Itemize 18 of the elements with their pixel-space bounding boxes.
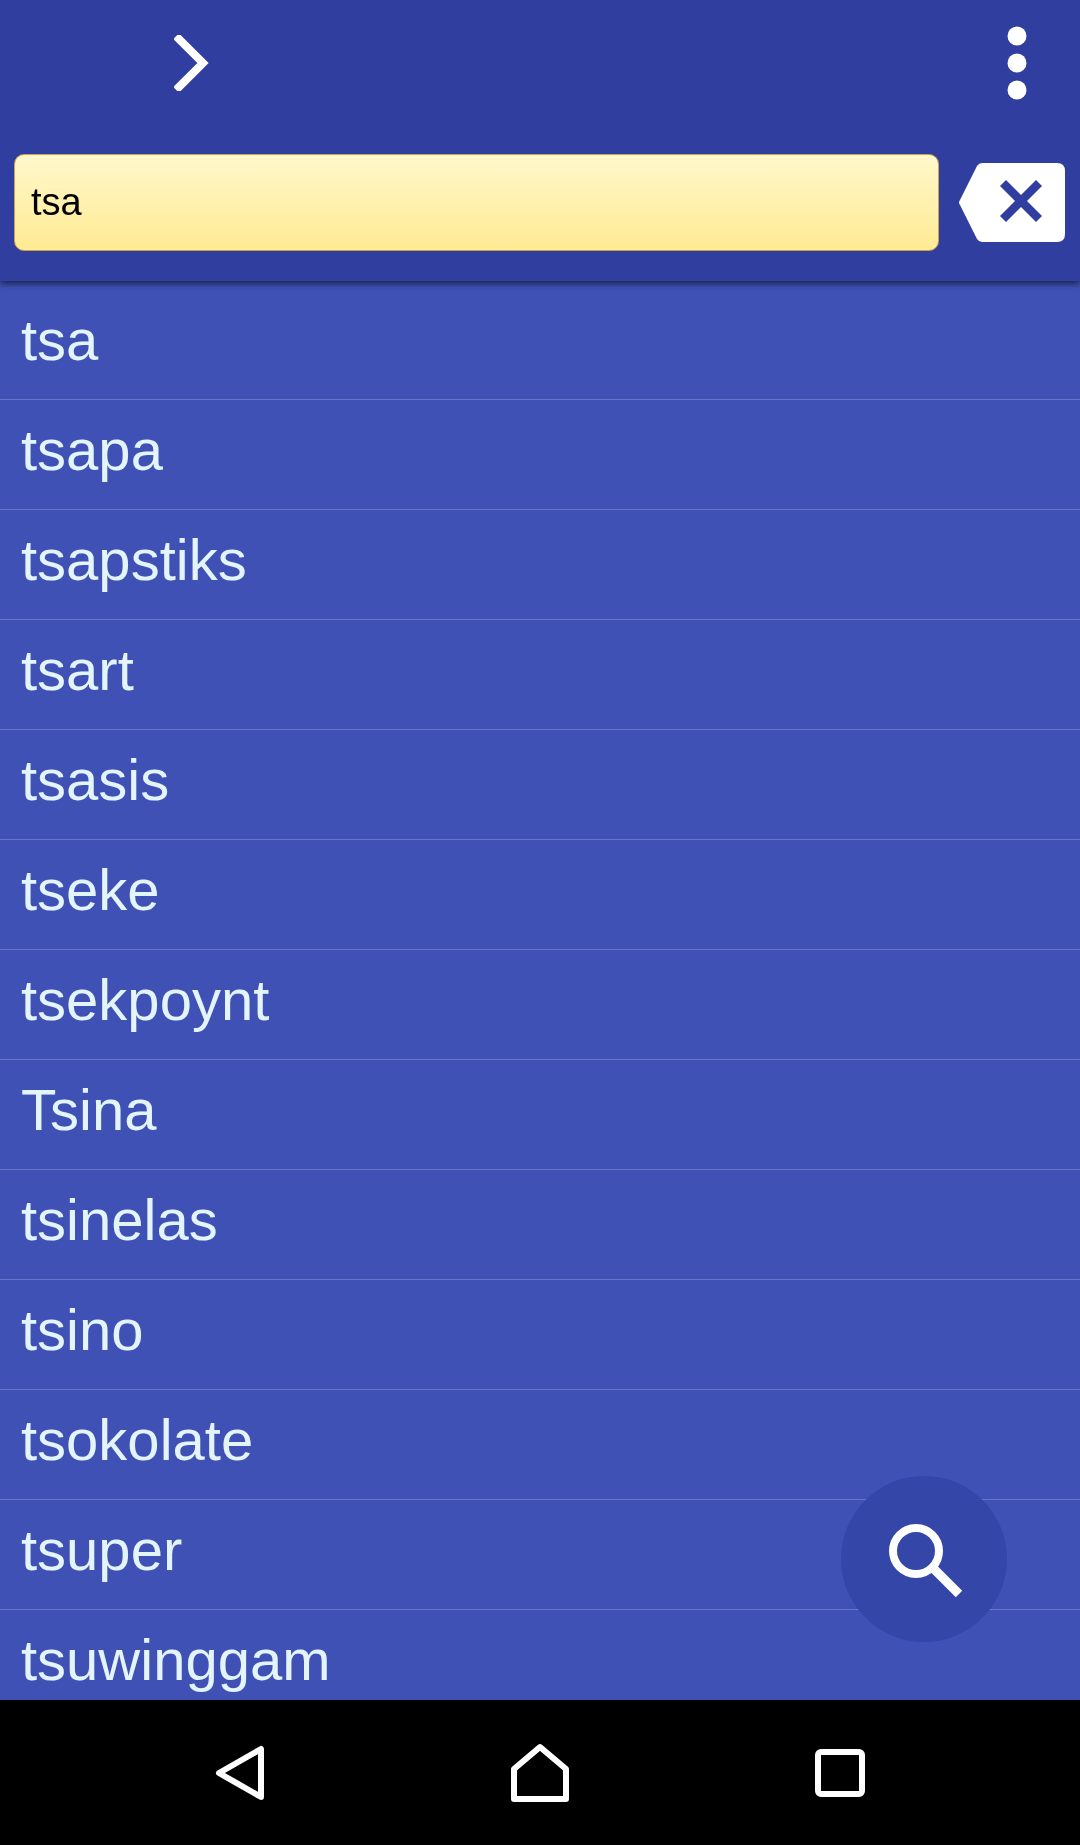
word-list-item[interactable]: tsa (0, 290, 1080, 400)
clear-button[interactable] (958, 163, 1065, 242)
home-icon[interactable] (510, 1742, 570, 1803)
word-list-item[interactable]: tsasis (0, 730, 1080, 840)
word-list-item[interactable]: tsart (0, 620, 1080, 730)
chevron-right-icon[interactable] (174, 34, 210, 91)
word-list-item[interactable]: tsapa (0, 400, 1080, 510)
recent-apps-icon[interactable] (815, 1748, 865, 1797)
more-options-icon[interactable] (1007, 25, 1027, 100)
word-list-item[interactable]: tsekpoynt (0, 950, 1080, 1060)
word-list-item[interactable]: tsino (0, 1280, 1080, 1390)
word-list-item[interactable]: Tsina (0, 1060, 1080, 1170)
search-field[interactable]: tsa (14, 154, 939, 251)
word-list-item[interactable]: tseke (0, 840, 1080, 950)
word-list-item[interactable]: tsinelas (0, 1170, 1080, 1280)
close-icon (1000, 180, 1042, 222)
back-icon[interactable] (214, 1743, 266, 1802)
word-list-item[interactable]: tsapstiks (0, 510, 1080, 620)
